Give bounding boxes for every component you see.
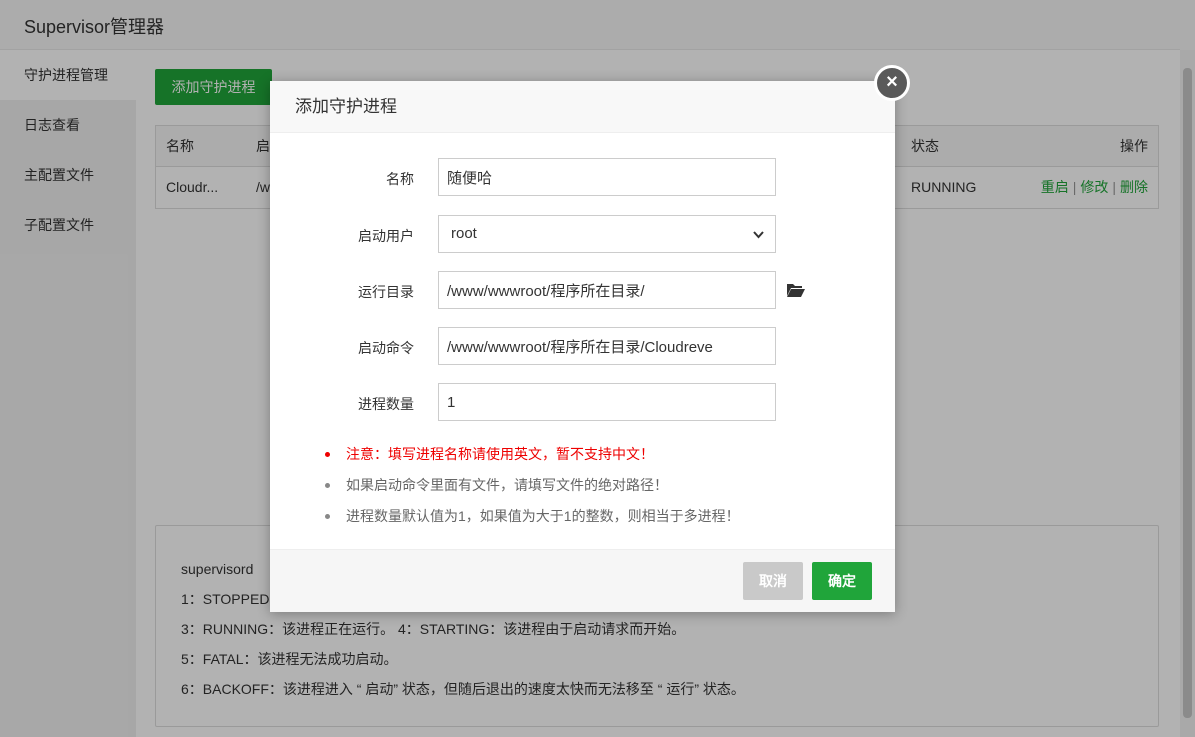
dir-input[interactable] xyxy=(438,271,776,309)
cmd-input[interactable] xyxy=(438,327,776,365)
cmd-label: 启动命令 xyxy=(358,340,414,356)
note-text: 进程数量默认值为1，如果值为大于1的整数，则相当于多进程！ xyxy=(346,508,740,524)
notes-list: 注意：填写进程名称请使用英文，暂不支持中文！ 如果启动命令里面有文件，请填写文件… xyxy=(322,443,882,536)
list-item: 注意：填写进程名称请使用英文，暂不支持中文！ xyxy=(322,443,882,474)
list-item: 进程数量默认值为1，如果值为大于1的整数，则相当于多进程！ xyxy=(322,505,882,536)
count-row: 进程数量 xyxy=(270,383,895,421)
user-select-value: root xyxy=(451,225,477,242)
list-item: 如果启动命令里面有文件，请填写文件的绝对路径！ xyxy=(322,474,882,505)
dir-label: 运行目录 xyxy=(358,284,414,300)
chevron-down-icon xyxy=(753,231,764,239)
bullet xyxy=(325,483,330,488)
bullet xyxy=(325,452,330,457)
count-label: 进程数量 xyxy=(358,396,414,412)
name-row: 名称 xyxy=(270,158,895,196)
cmd-row: 启动命令 xyxy=(270,327,895,365)
dialog-footer: 取消 确定 xyxy=(270,549,895,612)
note-text: 如果启动命令里面有文件，请填写文件的绝对路径！ xyxy=(346,477,668,493)
name-label: 名称 xyxy=(386,171,414,187)
confirm-button[interactable]: 确定 xyxy=(812,562,872,600)
dir-row: 运行目录 xyxy=(270,271,895,309)
add-daemon-dialog: 添加守护进程 × 名称 启动用户 root 运行目录 启动命令 进程数量 注意：… xyxy=(270,65,910,612)
cancel-button[interactable]: 取消 xyxy=(743,562,803,600)
bullet xyxy=(325,514,330,519)
dialog-title: 添加守护进程 xyxy=(270,81,895,133)
user-row: 启动用户 root xyxy=(270,215,895,253)
count-input[interactable] xyxy=(438,383,776,421)
folder-open-icon[interactable] xyxy=(786,282,806,298)
name-input[interactable] xyxy=(438,158,776,196)
close-icon[interactable]: × xyxy=(874,65,910,101)
user-label: 启动用户 xyxy=(358,228,414,244)
user-select[interactable]: root xyxy=(438,215,776,253)
note-text: 注意：填写进程名称请使用英文，暂不支持中文！ xyxy=(346,446,654,462)
